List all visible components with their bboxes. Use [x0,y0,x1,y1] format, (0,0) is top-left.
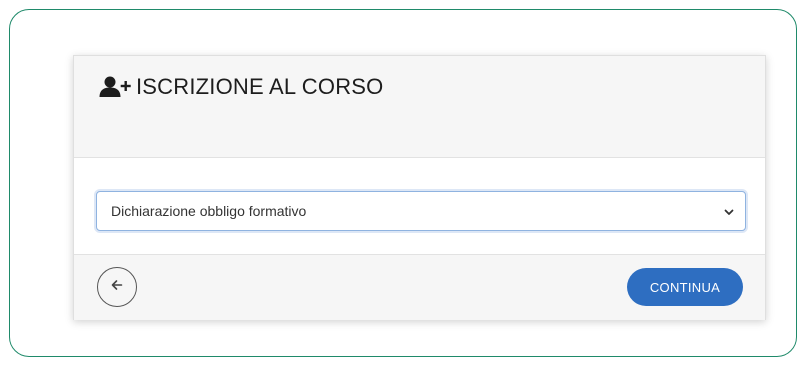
chevron-down-icon [723,205,735,217]
user-plus-icon [98,75,134,99]
title-row: ISCRIZIONE AL CORSO [98,74,383,100]
back-button[interactable] [97,267,137,307]
card-footer: CONTINUA [74,254,765,320]
enrollment-card: ISCRIZIONE AL CORSO Dichiarazione obblig… [73,55,766,320]
continue-button[interactable]: CONTINUA [627,268,743,306]
declaration-select[interactable]: Dichiarazione obbligo formativo [96,191,746,231]
card-body: Dichiarazione obbligo formativo [74,158,765,254]
select-value: Dichiarazione obbligo formativo [111,203,307,219]
page-title: ISCRIZIONE AL CORSO [136,74,384,99]
arrow-left-icon [109,277,125,298]
card-header: ISCRIZIONE AL CORSO [74,56,765,158]
